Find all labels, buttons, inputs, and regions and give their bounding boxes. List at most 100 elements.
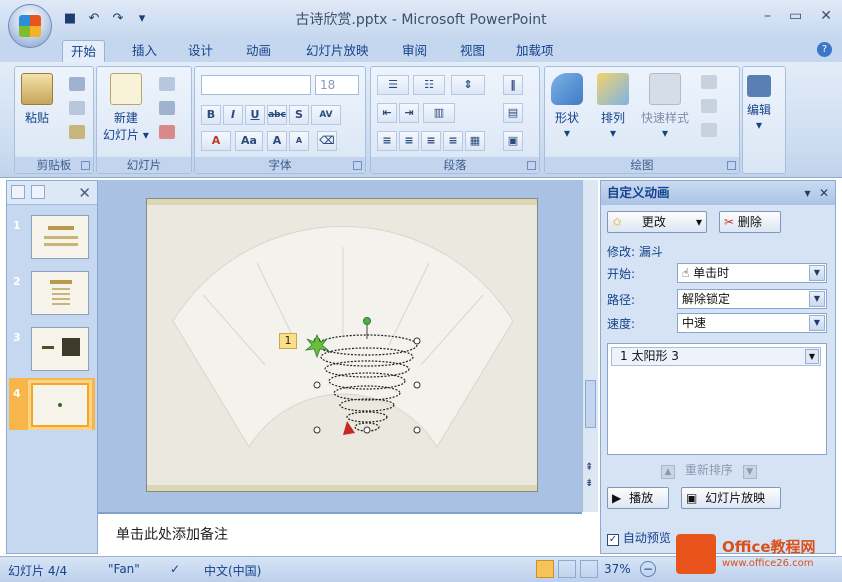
tab-animation[interactable]: 动画 <box>238 40 279 62</box>
increase-indent-icon[interactable]: ⇥ <box>399 103 419 123</box>
char-spacing-button[interactable]: AV <box>311 105 341 125</box>
tab-insert[interactable]: 插入 <box>124 40 165 62</box>
dialog-launcher-icon[interactable] <box>81 161 90 170</box>
align-text-icon[interactable]: ▤ <box>503 103 523 123</box>
shape-effects-icon[interactable] <box>701 123 717 137</box>
decrease-indent-icon[interactable]: ⇤ <box>377 103 397 123</box>
smartart-icon[interactable]: ▣ <box>503 131 523 151</box>
speed-select[interactable]: 中速 ▼ <box>677 313 827 333</box>
pane-menu-icon[interactable]: ▾ <box>805 186 811 200</box>
slide-thumbnail-3[interactable] <box>31 327 89 371</box>
line-spacing-icon[interactable]: ⇕ <box>451 75 485 95</box>
reset-icon[interactable] <box>159 101 175 115</box>
justify-icon[interactable]: ≡ <box>443 131 463 151</box>
dialog-launcher-icon[interactable] <box>727 161 736 170</box>
tab-design[interactable]: 设计 <box>180 40 221 62</box>
outline-tab-icon[interactable] <box>31 185 45 199</box>
format-painter-icon[interactable] <box>69 125 85 139</box>
cut-icon[interactable] <box>69 77 85 91</box>
maximize-icon[interactable]: ▭ <box>789 8 802 24</box>
slideshow-button[interactable]: ▣ 幻灯片放映 <box>681 487 781 509</box>
font-name-combo[interactable] <box>201 75 311 95</box>
zoom-out-icon[interactable]: − <box>640 561 656 577</box>
next-slide-icon[interactable]: ⇟ <box>585 478 593 489</box>
paste-button[interactable]: 粘贴 <box>21 73 53 126</box>
tab-review[interactable]: 审阅 <box>394 40 435 62</box>
chevron-down-icon[interactable]: ▼ <box>805 349 819 364</box>
scroll-thumb[interactable] <box>585 380 596 428</box>
shadow-button[interactable]: S <box>289 105 309 125</box>
shape-outline-icon[interactable] <box>701 99 717 113</box>
help-icon[interactable]: ? <box>817 42 832 57</box>
normal-view-icon[interactable] <box>536 560 554 578</box>
shape-fill-icon[interactable] <box>701 75 717 89</box>
align-left-icon[interactable]: ≡ <box>377 131 397 151</box>
change-effect-button[interactable]: ✩ 更改 ▾ <box>607 211 707 233</box>
layout-icon[interactable] <box>159 77 175 91</box>
italic-button[interactable]: I <box>223 105 243 125</box>
group-paragraph: ☰ ☷ ⇕ ‖ ⇤ ⇥ ▥ ▤ ≡ ≡ ≡ ≡ ▦ ▣ 段落 <box>370 66 540 174</box>
new-slide-icon <box>109 73 142 105</box>
close-icon[interactable]: ✕ <box>78 184 91 202</box>
move-down-icon[interactable]: ▼ <box>742 465 757 479</box>
clear-format-icon[interactable]: ⌫ <box>317 131 337 151</box>
shrink-font-button[interactable]: A <box>289 131 309 151</box>
tab-addins[interactable]: 加载项 <box>508 40 562 62</box>
slide-thumbnail-4[interactable] <box>31 383 89 427</box>
close-icon[interactable]: ✕ <box>819 186 829 200</box>
move-up-icon[interactable]: ▲ <box>661 465 675 479</box>
columns-icon[interactable]: ▥ <box>423 103 455 123</box>
tab-view[interactable]: 视图 <box>452 40 493 62</box>
text-direction-icon[interactable]: ‖ <box>503 75 523 95</box>
underline-button[interactable]: U <box>245 105 265 125</box>
bold-button[interactable]: B <box>201 105 221 125</box>
copy-icon[interactable] <box>69 101 85 115</box>
slide-thumbnail-1[interactable] <box>31 215 89 259</box>
font-size-combo[interactable]: 18 <box>315 75 359 95</box>
zoom-level[interactable]: 37% <box>604 562 631 576</box>
current-slide[interactable]: 1 <box>146 198 538 492</box>
align-right-icon[interactable]: ≡ <box>421 131 441 151</box>
grow-font-button[interactable]: A <box>267 131 287 151</box>
font-color-button[interactable]: A <box>201 131 231 151</box>
shapes-button[interactable]: 形状 ▾ <box>551 73 583 140</box>
new-slide-button[interactable]: 新建 幻灯片 ▾ <box>103 73 149 143</box>
language-indicator[interactable]: 中文(中国) <box>204 562 261 579</box>
dialog-launcher-icon[interactable] <box>353 161 362 170</box>
slide-sorter-icon[interactable] <box>558 560 576 578</box>
bullets-icon[interactable]: ☰ <box>377 75 409 95</box>
spellcheck-icon[interactable]: ✓ <box>170 562 180 576</box>
slideshow-icon: ▣ <box>686 491 698 505</box>
office-button[interactable] <box>8 4 52 48</box>
path-label: 路径: <box>607 293 636 307</box>
tab-home[interactable]: 开始 <box>62 40 106 62</box>
path-select[interactable]: 解除锁定 ▼ <box>677 289 827 309</box>
delete-effect-button[interactable]: ✂ 删除 <box>719 211 781 233</box>
strikethrough-button[interactable]: abc <box>267 105 287 125</box>
animation-list-item[interactable]: 1 太阳形 3 ▼ <box>611 347 821 366</box>
delete-slide-icon[interactable] <box>159 125 175 139</box>
arrange-button[interactable]: 排列 ▾ <box>597 73 629 140</box>
dialog-launcher-icon[interactable] <box>527 161 536 170</box>
quick-styles-button[interactable]: 快速样式 ▾ <box>641 73 689 140</box>
animation-order-tag[interactable]: 1 <box>279 333 297 349</box>
notes-pane[interactable]: 单击此处添加备注 <box>98 512 582 554</box>
prev-slide-icon[interactable]: ⇞ <box>585 462 593 473</box>
distributed-icon[interactable]: ▦ <box>465 131 485 151</box>
minimize-icon[interactable]: – <box>764 8 771 24</box>
slideshow-view-icon[interactable] <box>580 560 598 578</box>
autopreview-checkbox[interactable]: ✓ <box>607 534 619 546</box>
start-select[interactable]: ☝ 单击时 ▼ <box>677 263 827 283</box>
reorder-control[interactable]: ▲ 重新排序 ▼ <box>661 461 757 479</box>
slide-thumbnail-2[interactable] <box>31 271 89 315</box>
edit-button[interactable]: 编辑 ▾ <box>747 75 771 132</box>
change-case-button[interactable]: Aa <box>235 131 263 151</box>
close-icon[interactable]: ✕ <box>820 8 832 24</box>
numbering-icon[interactable]: ☷ <box>413 75 445 95</box>
slide-scrollbar[interactable]: ⇞ ⇟ <box>582 180 598 512</box>
play-button[interactable]: ▶ 播放 <box>607 487 669 509</box>
slides-tab-icon[interactable] <box>11 185 25 199</box>
align-center-icon[interactable]: ≡ <box>399 131 419 151</box>
tab-slideshow[interactable]: 幻灯片放映 <box>298 40 377 62</box>
autopreview-control[interactable]: ✓ 自动预览 <box>607 529 671 546</box>
